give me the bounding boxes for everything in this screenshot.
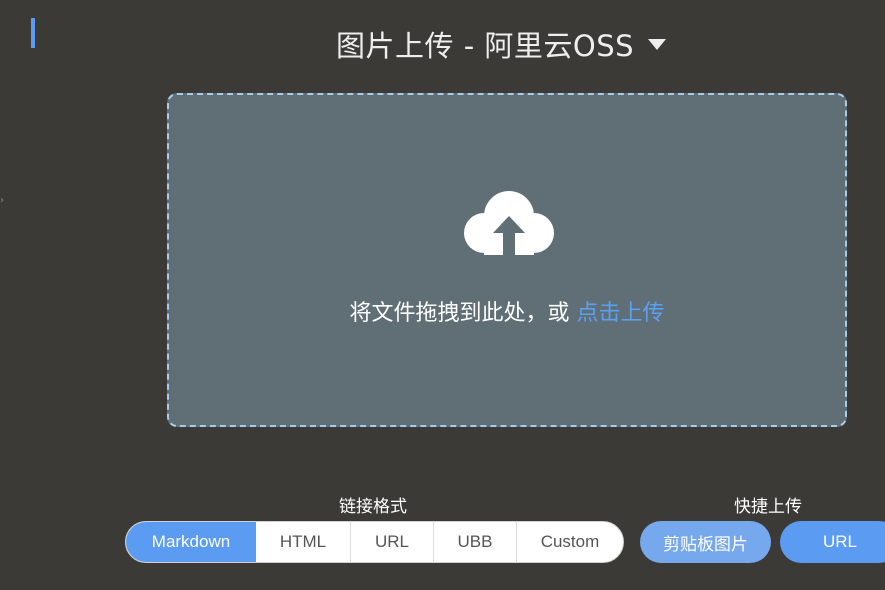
click-upload-link[interactable]: 点击上传 — [576, 301, 664, 326]
format-markdown-button[interactable]: Markdown — [126, 522, 256, 562]
clipboard-upload-button[interactable]: 剪贴板图片 — [640, 521, 771, 563]
url-upload-button[interactable]: URL — [780, 521, 885, 563]
upload-dropzone[interactable]: 将文件拖拽到此处，或 点击上传 — [167, 93, 847, 427]
format-ubb-button[interactable]: UBB — [434, 522, 517, 562]
format-url-button[interactable]: URL — [351, 522, 434, 562]
dropzone-hint-text: 将文件拖拽到此处，或 — [349, 301, 577, 326]
uploader-selector[interactable]: 图片上传 - 阿里云OSS — [0, 22, 885, 66]
dropzone-hint: 将文件拖拽到此处，或 点击上传 — [169, 295, 845, 327]
upload-page: › 图片上传 - 阿里云OSS 将文件拖拽到此处，或 点击上传 链接格式 快捷上… — [0, 0, 885, 590]
sidebar-toggle-icon[interactable]: › — [0, 196, 4, 206]
cloud-upload-icon — [464, 191, 554, 255]
link-format-group: Markdown HTML URL UBB Custom — [125, 521, 624, 563]
page-title: 图片上传 - 阿里云OSS — [336, 29, 635, 63]
link-format-label: 链接格式 — [339, 497, 407, 517]
format-custom-button[interactable]: Custom — [517, 522, 623, 562]
quick-upload-label: 快捷上传 — [734, 497, 802, 517]
format-html-button[interactable]: HTML — [256, 522, 351, 562]
caret-down-icon[interactable] — [648, 38, 667, 50]
